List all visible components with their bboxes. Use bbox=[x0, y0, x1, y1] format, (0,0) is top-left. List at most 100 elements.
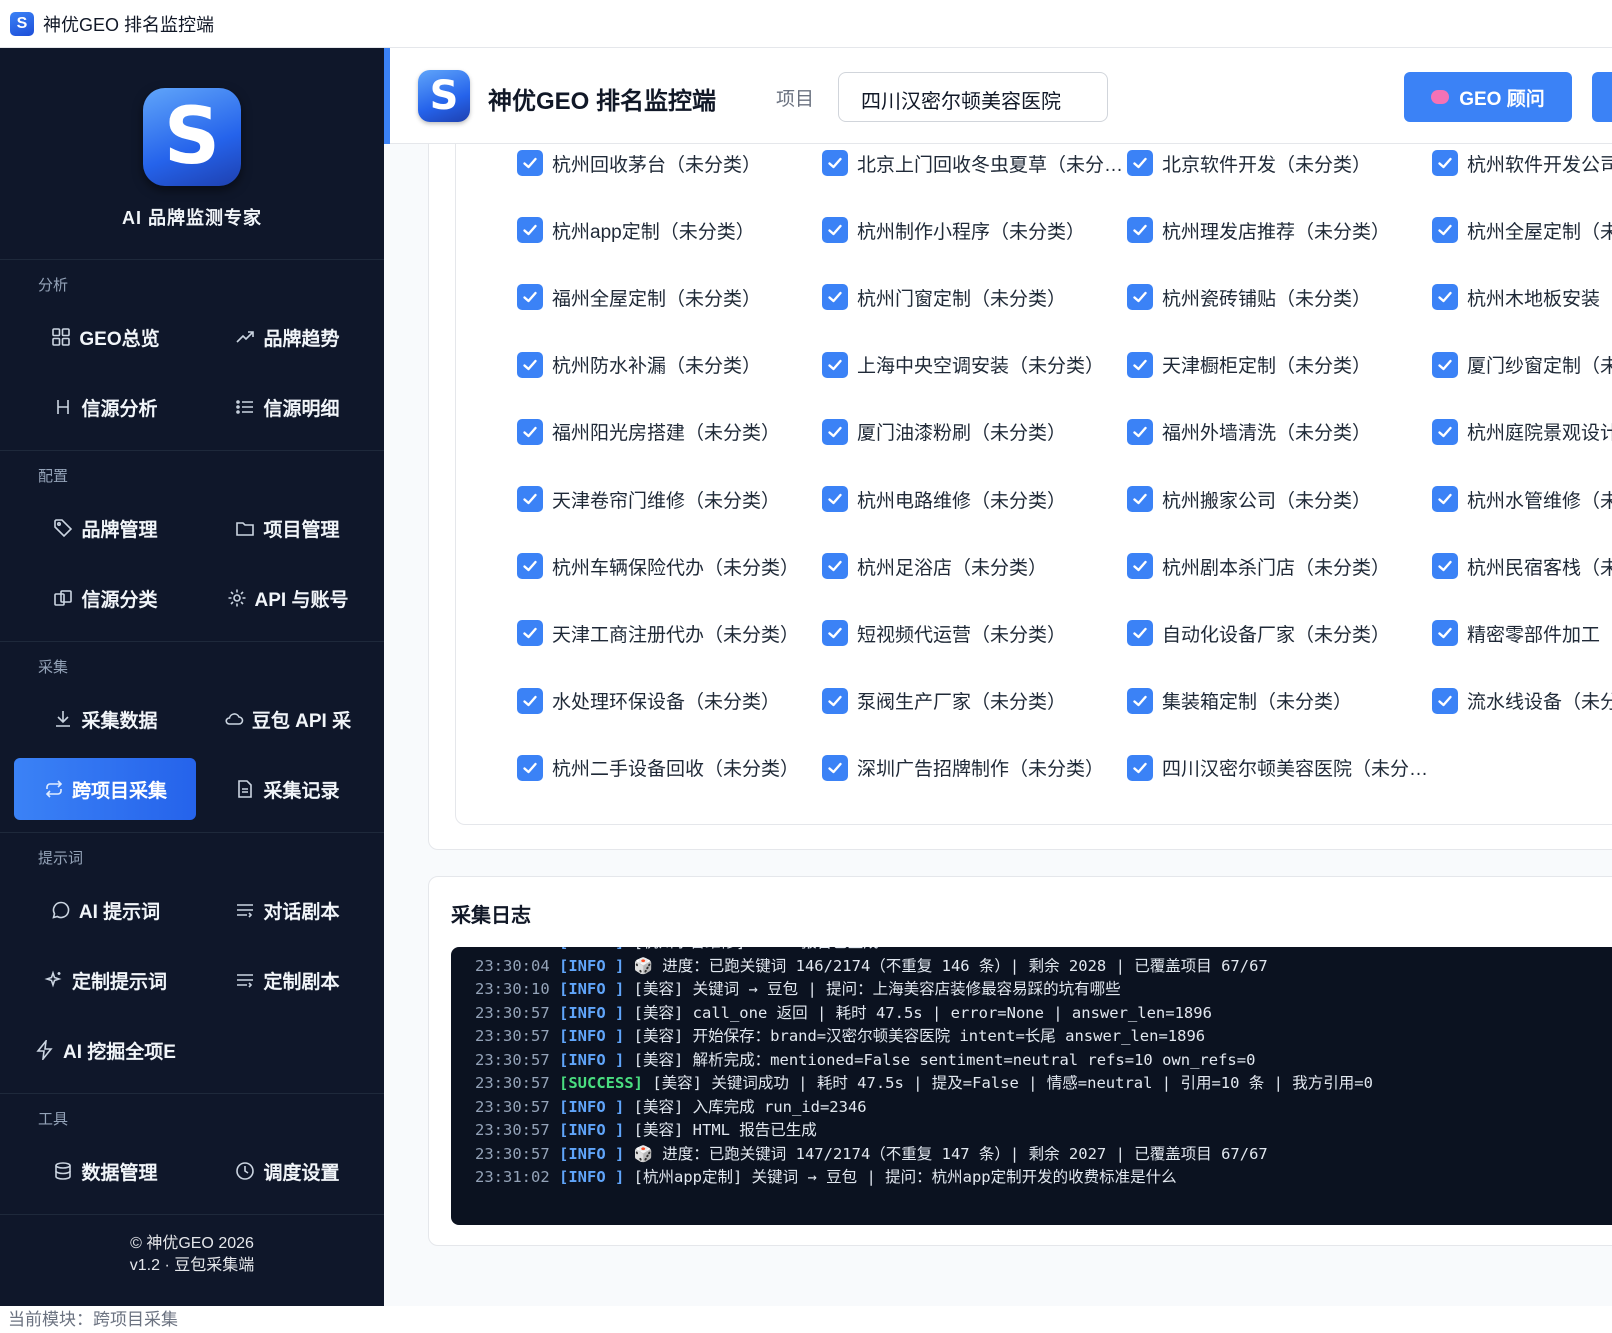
sidebar-item[interactable]: 定制剧本 bbox=[196, 949, 378, 1011]
checkmark-icon bbox=[822, 754, 848, 781]
keyword-checkbox[interactable]: 杭州软件开发公司 bbox=[1432, 144, 1612, 183]
keyword-checkbox[interactable]: 泵阀生产厂家（未分类） bbox=[822, 681, 1066, 721]
keyword-checkbox[interactable]: 自动化设备厂家（未分类） bbox=[1127, 613, 1390, 653]
keyword-checkbox[interactable]: 水处理环保设备（未分类） bbox=[517, 681, 780, 721]
keyword-checkbox[interactable]: 四川汉密尔顿美容医院（未分类） bbox=[1127, 748, 1430, 788]
keyword-checkbox[interactable]: 杭州防水补漏（未分类） bbox=[517, 345, 761, 385]
sidebar-item[interactable]: 对话剧本 bbox=[196, 879, 378, 941]
keyword-checkbox[interactable]: 杭州app定制（未分类） bbox=[517, 210, 755, 250]
keyword-checkbox[interactable]: 杭州门窗定制（未分类） bbox=[822, 277, 1066, 317]
keyword-label: 杭州民宿客栈（未 bbox=[1467, 557, 1612, 579]
log-line: 23:30:57 [INFO ] [美容] HTML 报告已生成 bbox=[475, 1119, 1373, 1143]
nav-section-title: 配置 bbox=[38, 468, 69, 485]
sidebar-item[interactable]: 定制提示词 bbox=[14, 949, 196, 1011]
sidebar-item[interactable]: AI 提示词 bbox=[14, 879, 196, 941]
sidebar-item[interactable]: 项目管理 bbox=[196, 497, 378, 559]
checkmark-icon bbox=[1432, 284, 1458, 311]
nav-section: 分析 GEO总览 品牌趋势 信源分析 信源明细 bbox=[0, 260, 384, 451]
sidebar-brand: S AI 品牌监测专家 bbox=[0, 48, 384, 260]
keyword-checkbox[interactable]: 杭州木地板安装（ bbox=[1432, 277, 1612, 317]
sidebar-item[interactable]: 品牌趋势 bbox=[196, 306, 378, 368]
log-timestamp: 23:30:57 bbox=[475, 1097, 559, 1116]
keyword-label: 杭州电路维修（未分类） bbox=[857, 490, 1067, 512]
keyword-checkbox[interactable]: 厦门纱窗定制（未 bbox=[1432, 345, 1612, 385]
sidebar-item[interactable]: 采集记录 bbox=[196, 758, 378, 820]
keyword-checkbox[interactable]: 杭州理发店推荐（未分类） bbox=[1127, 210, 1390, 250]
keyword-checkbox[interactable]: 杭州民宿客栈（未 bbox=[1432, 546, 1612, 586]
nav-section-title: 工具 bbox=[38, 1111, 69, 1128]
checkmark-icon bbox=[1432, 687, 1458, 714]
keyword-checkbox[interactable]: 杭州搬家公司（未分类） bbox=[1127, 479, 1371, 519]
keyword-checkbox[interactable]: 福州外墙清洗（未分类） bbox=[1127, 412, 1371, 452]
checkmark-icon bbox=[1127, 687, 1153, 714]
header-title: 神优GEO 排名监控端 bbox=[488, 88, 717, 115]
keyword-checkbox[interactable]: 北京上门回收冬虫夏草（未分类） bbox=[822, 144, 1125, 183]
sidebar-item[interactable]: GEO总览 bbox=[14, 306, 196, 368]
heading-icon bbox=[52, 396, 74, 418]
app-icon: S bbox=[10, 11, 34, 36]
log-message: [杭州水管维修] HTML 报告已生成 bbox=[634, 947, 879, 951]
keyword-checkbox[interactable]: 天津橱柜定制（未分类） bbox=[1127, 345, 1371, 385]
sidebar-item[interactable]: 信源分析 bbox=[14, 376, 196, 438]
sidebar-item-label: API 与账号 bbox=[254, 589, 349, 611]
keyword-checkbox[interactable]: 杭州制作小程序（未分类） bbox=[822, 210, 1085, 250]
sidebar-item[interactable]: 采集数据 bbox=[14, 688, 196, 750]
sidebar-item[interactable]: AI 挖掘全项E bbox=[14, 1019, 196, 1081]
sidebar-item-label: 对话剧本 bbox=[263, 901, 340, 923]
keyword-checkbox[interactable]: 短视频代运营（未分类） bbox=[822, 613, 1066, 653]
nav-grid: 品牌管理 项目管理 信源分类 API 与账号 bbox=[0, 497, 384, 637]
keyword-checkbox[interactable]: 精密零部件加工（ bbox=[1432, 613, 1612, 653]
nav-section: 配置品牌管理 项目管理 信源分类 API 与账号 bbox=[0, 451, 384, 642]
keyword-checkbox[interactable]: 厦门油漆粉刷（未分类） bbox=[822, 412, 1066, 452]
checkmark-icon bbox=[517, 284, 543, 311]
keyword-checkbox[interactable]: 杭州二手设备回收（未分类） bbox=[517, 748, 799, 788]
keyword-checkbox[interactable]: 北京软件开发（未分类） bbox=[1127, 144, 1371, 183]
keyword-checkbox[interactable]: 杭州足浴店（未分类） bbox=[822, 546, 1047, 586]
sidebar-item[interactable]: 跨项目采集 bbox=[14, 758, 196, 820]
project-select[interactable]: 四川汉密尔顿美容医院 bbox=[838, 72, 1108, 122]
keyword-checkbox[interactable]: 集装箱定制（未分类） bbox=[1127, 681, 1352, 721]
keyword-label: 上海中央空调安装（未分类） bbox=[857, 356, 1105, 378]
keyword-checkbox[interactable]: 福州全屋定制（未分类） bbox=[517, 277, 761, 317]
log-console[interactable]: 23:30:04 [INFO ] [杭州水管维修] HTML 报告已生成23:3… bbox=[451, 947, 1612, 1225]
keyword-checkbox[interactable]: 杭州车辆保险代办（未分类） bbox=[517, 546, 799, 586]
keyword-label: 杭州搬家公司（未分类） bbox=[1162, 490, 1372, 512]
keyword-checkbox[interactable]: 杭州剧本杀门店（未分类） bbox=[1127, 546, 1390, 586]
checkmark-icon bbox=[822, 418, 848, 445]
keyword-checkbox[interactable]: 杭州回收茅台（未分类） bbox=[517, 144, 761, 183]
keyword-checkbox[interactable]: 福州阳光房搭建（未分类） bbox=[517, 412, 780, 452]
log-timestamp: 23:31:02 bbox=[475, 1168, 559, 1186]
keyword-label: 杭州水管维修（未 bbox=[1467, 490, 1612, 512]
keyword-checkbox[interactable]: 杭州电路维修（未分类） bbox=[822, 479, 1066, 519]
sidebar-item[interactable]: 品牌管理 bbox=[14, 497, 196, 559]
sidebar-item[interactable]: API 与账号 bbox=[196, 567, 378, 629]
sidebar-item[interactable]: 信源分类 bbox=[14, 567, 196, 629]
keyword-checkbox[interactable]: 杭州全屋定制（未 bbox=[1432, 210, 1612, 250]
header-accent-bar bbox=[384, 48, 390, 144]
keyword-label: 杭州app定制（未分类） bbox=[552, 221, 755, 243]
keyword-checkbox[interactable]: 杭州庭院景观设计 bbox=[1432, 412, 1612, 452]
project-label: 项目 bbox=[776, 89, 815, 110]
keyword-checkbox[interactable]: 杭州瓷砖铺贴（未分类） bbox=[1127, 277, 1371, 317]
sidebar-footer: © 神优GEO 2026 v1.2 · 豆包采集端 bbox=[0, 1215, 384, 1277]
database-icon bbox=[52, 1160, 74, 1182]
sidebar-item[interactable]: 豆包 API 采 bbox=[196, 688, 378, 750]
log-line: 23:30:57 [SUCCESS] [美容] 关键词成功 | 耗时 47.5s… bbox=[475, 1072, 1373, 1096]
log-message: [美容] 关键词 → 豆包 | 提问：上海美容店装修最容易踩的坑有哪些 bbox=[633, 980, 1121, 998]
keyword-checkbox[interactable]: 天津工商注册代办（未分类） bbox=[517, 613, 799, 653]
sidebar-item[interactable]: 信源明细 bbox=[196, 376, 378, 438]
keyword-checkbox[interactable]: 深圳广告招牌制作（未分类） bbox=[822, 748, 1104, 788]
log-level: [INFO ] bbox=[559, 947, 634, 951]
sidebar-item[interactable]: 数据管理 bbox=[14, 1140, 196, 1202]
sidebar-item-label: GEO总览 bbox=[79, 328, 160, 350]
keyword-checkbox[interactable]: 上海中央空调安装（未分类） bbox=[822, 345, 1104, 385]
log-line: 23:30:57 [INFO ] [美容] 入库完成 run_id=2346 bbox=[475, 1096, 1373, 1120]
header-secondary-button[interactable] bbox=[1592, 72, 1612, 122]
sidebar-item[interactable]: 调度设置 bbox=[196, 1140, 378, 1202]
keyword-checkbox[interactable]: 流水线设备（未分 bbox=[1432, 681, 1612, 721]
keyword-checkbox[interactable]: 杭州水管维修（未 bbox=[1432, 479, 1612, 519]
geo-advisor-button[interactable]: GEO 顾问 bbox=[1404, 72, 1572, 122]
keyword-checkbox[interactable]: 天津卷帘门维修（未分类） bbox=[517, 479, 780, 519]
log-level: [INFO ] bbox=[559, 956, 634, 975]
keyword-label: 杭州二手设备回收（未分类） bbox=[552, 759, 800, 781]
